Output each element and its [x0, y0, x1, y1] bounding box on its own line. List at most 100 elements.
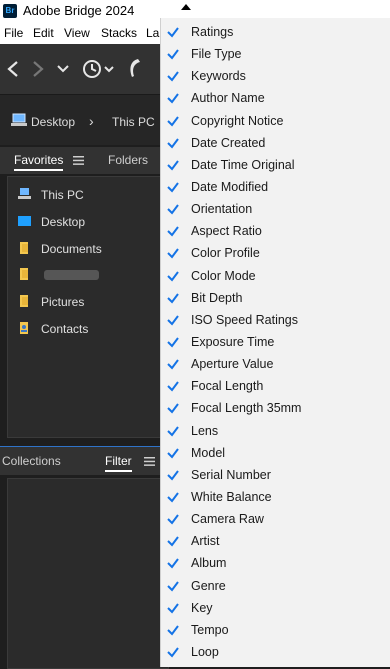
- favorite-label: Desktop: [41, 215, 86, 229]
- menu-item-file-type[interactable]: File Type: [161, 43, 390, 65]
- menu-item-label: Serial Number: [191, 467, 271, 482]
- menu-item-aspect-ratio[interactable]: Aspect Ratio: [161, 220, 390, 242]
- menu-item-focal-length[interactable]: Focal Length: [161, 375, 390, 397]
- menu-item-orientation[interactable]: Orientation: [161, 198, 390, 220]
- tab-folders[interactable]: Folders: [108, 153, 148, 167]
- menu-item-label: Aperture Value: [191, 357, 274, 372]
- chevron-down-icon[interactable]: [57, 64, 69, 74]
- checkmark-icon: [167, 270, 179, 282]
- menu-item-label: Aspect Ratio: [191, 224, 262, 239]
- menu-item-ratings[interactable]: Ratings: [161, 21, 390, 43]
- menu-item-author-name[interactable]: Author Name: [161, 87, 390, 109]
- menu-item-exposure-time[interactable]: Exposure Time: [161, 331, 390, 353]
- menu-item-date-created[interactable]: Date Created: [161, 132, 390, 154]
- checkmark-icon: [167, 558, 179, 569]
- checkmark-icon: [167, 425, 179, 437]
- checkmark-icon: [167, 160, 179, 171]
- menu-item-label: Author Name: [191, 91, 265, 106]
- favorite-contacts[interactable]: Contacts: [8, 318, 168, 340]
- menu-item-copyright-notice[interactable]: Copyright Notice: [161, 110, 390, 132]
- checkmark-icon: [167, 293, 179, 304]
- checkmark-icon: [167, 470, 179, 481]
- menu-item-label: Bit Depth: [191, 290, 243, 305]
- favorite-user-folder[interactable]: [8, 264, 168, 286]
- path-separator-icon: ›: [89, 113, 94, 129]
- tab-filter[interactable]: Filter: [105, 454, 132, 472]
- menu-item-camera-raw[interactable]: Camera Raw: [161, 508, 390, 530]
- menu-item-iso-speed-ratings[interactable]: ISO Speed Ratings: [161, 309, 390, 331]
- menu-item-model[interactable]: Model: [161, 442, 390, 464]
- menu-item-date-modified[interactable]: Date Modified: [161, 176, 390, 198]
- menu-item-label: Ratings: [191, 25, 234, 39]
- favorite-documents[interactable]: Documents: [8, 238, 168, 260]
- menu-item-album[interactable]: Album: [161, 552, 390, 574]
- menu-edit[interactable]: Edit: [33, 26, 54, 40]
- menu-stacks[interactable]: Stacks: [101, 26, 137, 40]
- boomerang-icon[interactable]: [126, 57, 142, 79]
- favorite-label: This PC: [41, 188, 84, 202]
- favorite-label: Pictures: [41, 295, 85, 309]
- tab-collections[interactable]: Collections: [2, 454, 61, 468]
- menu-item-keywords[interactable]: Keywords: [161, 65, 390, 87]
- menu-item-serial-number[interactable]: Serial Number: [161, 464, 390, 486]
- menu-item-white-balance[interactable]: White Balance: [161, 486, 390, 508]
- checkmark-icon: [167, 27, 179, 38]
- menu-item-tempo[interactable]: Tempo: [161, 619, 390, 641]
- tab-favorites[interactable]: Favorites: [14, 153, 64, 171]
- checkmark-icon: [167, 492, 179, 503]
- checkmark-icon: [167, 226, 179, 237]
- checkmark-icon: [167, 49, 179, 60]
- menu-item-label: Copyright Notice: [191, 113, 284, 128]
- desktop-icon: [18, 216, 31, 226]
- panel-menu-icon[interactable]: [144, 457, 155, 466]
- menu-item-label: Camera Raw: [191, 512, 264, 527]
- panel-menu-icon[interactable]: [73, 156, 84, 165]
- path-desktop[interactable]: Desktop: [31, 115, 75, 129]
- menu-item-color-mode[interactable]: Color Mode: [161, 265, 390, 287]
- menu-item-label: File Type: [191, 47, 242, 62]
- checkmark-icon: [167, 625, 179, 636]
- menu-item-key[interactable]: Key: [161, 597, 390, 619]
- favorite-pictures[interactable]: Pictures: [8, 291, 168, 313]
- checkmark-icon: [167, 248, 179, 259]
- menu-view[interactable]: View: [64, 26, 90, 40]
- favorite-desktop[interactable]: Desktop: [8, 211, 168, 233]
- history-icon[interactable]: [81, 58, 117, 80]
- redacted-label: [44, 270, 99, 280]
- checkmark-icon: [167, 536, 179, 547]
- menu-item-artist[interactable]: Artist: [161, 530, 390, 552]
- checkmark-icon: [167, 337, 179, 348]
- favorite-this-pc[interactable]: This PC: [8, 184, 168, 206]
- checkmark-icon: [167, 359, 179, 370]
- window-title: Adobe Bridge 2024: [23, 3, 135, 18]
- favorites-panel: This PC Desktop Documents Pictures Conta…: [7, 176, 169, 438]
- path-this-pc[interactable]: This PC: [112, 115, 155, 129]
- menu-item-bit-depth[interactable]: Bit Depth: [161, 287, 390, 309]
- menu-item-label: White Balance: [191, 489, 272, 504]
- menu-item-color-profile[interactable]: Color Profile: [161, 242, 390, 264]
- checkmark-icon: [167, 514, 179, 525]
- computer-icon: [18, 188, 31, 199]
- menu-item-loop[interactable]: Loop: [161, 641, 390, 663]
- checkmark-icon: [167, 647, 179, 658]
- menu-item-label: Key: [191, 600, 213, 615]
- menu-item-label: Exposure Time: [191, 334, 275, 349]
- menu-item-date-time-original[interactable]: Date Time Original: [161, 154, 390, 176]
- checkmark-icon: [167, 115, 179, 127]
- forward-arrow-icon[interactable]: [31, 60, 45, 78]
- checkmark-icon: [167, 204, 179, 215]
- menu-item-genre[interactable]: Genre: [161, 575, 390, 597]
- menu-item-lens[interactable]: Lens: [161, 420, 390, 442]
- menu-item-focal-length-35mm[interactable]: Focal Length 35mm: [161, 397, 390, 419]
- checkmark-icon: [167, 448, 179, 459]
- back-arrow-icon[interactable]: [6, 60, 20, 78]
- menu-item-label: ISO Speed Ratings: [191, 312, 299, 327]
- menu-item-label: Color Mode: [191, 268, 256, 283]
- contacts-icon: [20, 322, 28, 334]
- menu-item-label: Lens: [191, 423, 219, 438]
- menu-item-label: Keywords: [191, 69, 246, 84]
- favorite-label: Documents: [41, 242, 102, 256]
- menu-file[interactable]: File: [4, 26, 23, 40]
- menu-label[interactable]: La: [146, 26, 159, 40]
- menu-item-aperture-value[interactable]: Aperture Value: [161, 353, 390, 375]
